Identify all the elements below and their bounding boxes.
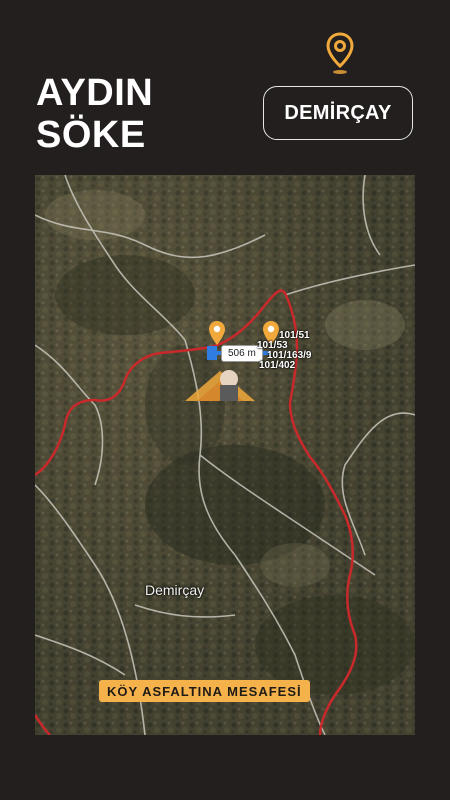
parcel-labels: 101/51 101/53 101/163/9 101/402	[257, 331, 312, 371]
page-title: AYDIN SÖKE	[36, 72, 153, 156]
place-label: Demirçay	[145, 582, 205, 598]
title-line-city: AYDIN	[36, 72, 154, 114]
location-pin-icon	[326, 32, 354, 74]
caption-banner: KÖY ASFALTINA MESAFESİ	[99, 680, 310, 702]
satellite-map[interactable]: 506 m 101/51 101/53 101/163/9 101/402 De…	[35, 175, 415, 735]
location-badge: DEMİRÇAY	[263, 86, 413, 140]
parcel-label: 101/402	[259, 360, 296, 371]
title-line-district: SÖKE	[36, 114, 146, 156]
